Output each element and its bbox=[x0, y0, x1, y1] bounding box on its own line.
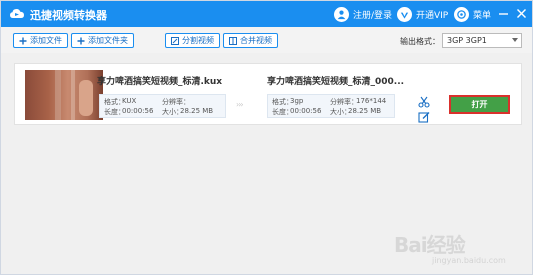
menu-icon bbox=[454, 6, 469, 22]
add-folder-button[interactable]: 添加文件夹 bbox=[71, 33, 134, 48]
source-resolution-label: 分辨率： bbox=[162, 98, 190, 106]
login-label: 注册/登录 bbox=[353, 10, 393, 21]
output-filename: 享力啤酒搞笑短视频_标清_000... bbox=[267, 77, 405, 87]
vip-icon bbox=[397, 6, 412, 22]
output-resolution-value: 176*144 bbox=[356, 97, 387, 105]
source-size-value: 28.25 MB bbox=[180, 107, 214, 115]
add-folder-label: 添加文件夹 bbox=[88, 36, 128, 45]
cloud-logo-icon bbox=[9, 6, 25, 22]
plus-icon bbox=[77, 37, 85, 44]
add-file-button[interactable]: 添加文件 bbox=[13, 33, 68, 48]
open-button[interactable]: 打开 bbox=[449, 95, 510, 114]
merge-video-label: 合并视频 bbox=[240, 36, 272, 45]
vip-button[interactable]: 开通VIP bbox=[397, 5, 448, 23]
source-info-box: 格式： KUX 分辨率： 长度： 00:00:56 大小： 28.25 MB bbox=[99, 94, 226, 118]
login-button[interactable]: 注册/登录 bbox=[334, 5, 392, 23]
watermark: Bai经验 jingyan.baidu.com bbox=[394, 229, 519, 269]
title-bar: 迅捷视频转换器 注册/登录 开通VIP 菜单 bbox=[1, 1, 532, 27]
split-video-button[interactable]: 分割视频 bbox=[165, 33, 220, 48]
toolbar: 添加文件 添加文件夹 分割视频 合并视频 输出格式： 3GP 3GP1 bbox=[1, 27, 532, 53]
chevron-down-icon bbox=[512, 38, 518, 42]
split-video-label: 分割视频 bbox=[182, 36, 214, 45]
source-duration-value: 00:00:56 bbox=[122, 107, 154, 115]
vip-label: 开通VIP bbox=[416, 10, 449, 21]
output-format-label: 输出格式： bbox=[400, 37, 440, 46]
user-icon bbox=[334, 6, 349, 22]
minimize-icon[interactable] bbox=[496, 6, 510, 20]
source-format-value: KUX bbox=[122, 97, 137, 105]
split-icon bbox=[171, 36, 179, 45]
output-resolution-label: 分辨率： bbox=[330, 98, 358, 106]
watermark-url: jingyan.baidu.com bbox=[432, 256, 506, 265]
add-file-label: 添加文件 bbox=[30, 36, 62, 45]
close-icon[interactable] bbox=[514, 6, 528, 20]
watermark-text: Bai经验 bbox=[394, 233, 466, 257]
merge-video-button[interactable]: 合并视频 bbox=[223, 33, 278, 48]
output-duration-value: 00:00:56 bbox=[290, 107, 322, 115]
app-window: 迅捷视频转换器 注册/登录 开通VIP 菜单 添加文件 添加文件夹 分割视频 合… bbox=[0, 0, 533, 275]
merge-icon bbox=[229, 36, 237, 45]
output-size-value: 28.25 MB bbox=[348, 107, 382, 115]
app-title: 迅捷视频转换器 bbox=[30, 9, 107, 22]
edit-icon[interactable] bbox=[418, 108, 430, 123]
scissors-icon[interactable] bbox=[418, 93, 430, 108]
source-filename: 享力啤酒搞笑短视频_标清.kux bbox=[97, 77, 223, 87]
output-format-select[interactable]: 3GP 3GP1 bbox=[442, 33, 522, 48]
menu-label: 菜单 bbox=[473, 10, 492, 21]
video-thumbnail bbox=[25, 70, 103, 120]
output-format-value: 3GP 3GP1 bbox=[447, 36, 487, 45]
menu-button[interactable]: 菜单 bbox=[454, 5, 491, 23]
convert-arrow: ››› bbox=[236, 100, 244, 109]
plus-icon bbox=[19, 37, 27, 44]
task-row: 享力啤酒搞笑短视频_标清.kux 格式： KUX 分辨率： 长度： 00:00:… bbox=[14, 63, 522, 125]
output-info-box: 格式： 3gp 分辨率： 176*144 长度： 00:00:56 大小： 28… bbox=[267, 94, 395, 118]
output-format-value: 3gp bbox=[290, 97, 304, 105]
